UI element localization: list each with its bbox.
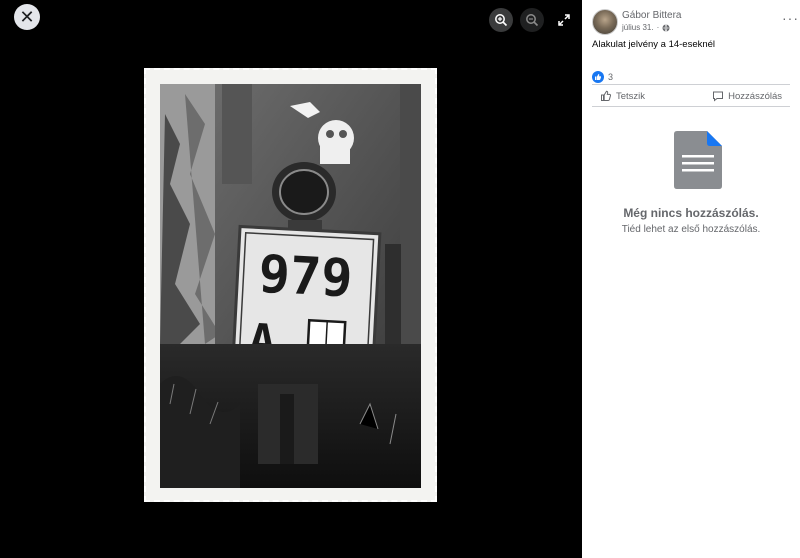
zoom-out-icon (526, 14, 539, 27)
date-separator: · (656, 23, 660, 32)
more-options-button[interactable]: ··· (782, 10, 799, 26)
close-button[interactable]: ✕ (14, 4, 40, 30)
like-button[interactable]: Tetszik (592, 88, 653, 104)
post-sidebar: Gábor Bittera július 31. · ··· Alakulat … (582, 0, 800, 558)
like-button-label: Tetszik (616, 90, 646, 102)
post-actions: Tetszik Hozzászólás (592, 88, 790, 104)
zoom-out-button[interactable] (520, 8, 544, 32)
comment-button[interactable]: Hozzászólás (704, 88, 790, 104)
comment-button-label: Hozzászólás (728, 90, 782, 102)
empty-comments-title: Még nincs hozzászólás. (623, 206, 759, 220)
post-date: július 31. · (622, 23, 670, 32)
document-icon (674, 131, 722, 189)
fullscreen-icon (558, 14, 570, 26)
zoom-in-icon (495, 14, 508, 27)
author-name[interactable]: Gábor Bittera (622, 10, 681, 21)
plate-number: 979 (257, 245, 354, 310)
divider (592, 106, 790, 107)
photo: 979 A (160, 84, 421, 488)
like-reaction-icon (592, 71, 604, 83)
photo-viewer: ✕ 979 A (0, 0, 582, 558)
post-date-text[interactable]: július 31. (622, 23, 654, 32)
close-icon: ✕ (19, 7, 35, 27)
reaction-summary[interactable]: 3 (592, 71, 613, 83)
author-avatar[interactable] (592, 9, 618, 35)
photo-image: 979 A (160, 84, 421, 488)
fullscreen-button[interactable] (552, 8, 576, 32)
zoom-in-button[interactable] (489, 8, 513, 32)
thumbs-up-icon (601, 90, 612, 101)
globe-icon (662, 23, 670, 32)
divider (592, 84, 790, 85)
comment-icon (713, 91, 724, 102)
empty-comments-subtitle: Tiéd lehet az első hozzászólás. (621, 224, 761, 235)
like-count: 3 (608, 72, 614, 82)
post-text: Alakulat jelvény a 14-eseknél (592, 39, 716, 50)
